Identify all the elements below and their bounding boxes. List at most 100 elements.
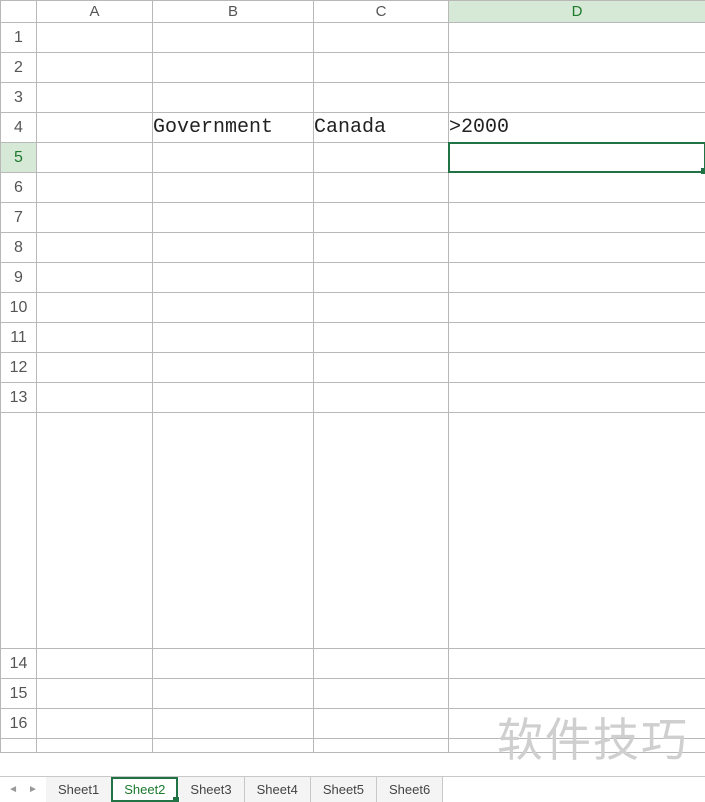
row-header-3[interactable]: 3 (1, 83, 37, 113)
cell-C14[interactable] (314, 649, 449, 679)
cell-A17[interactable] (37, 739, 153, 753)
cell-B14[interactable] (153, 649, 314, 679)
cell-C2[interactable] (314, 53, 449, 83)
sheet-tab-4[interactable]: Sheet4 (245, 777, 311, 802)
cell-C6[interactable] (314, 173, 449, 203)
row-header-7[interactable]: 7 (1, 203, 37, 233)
cell-C15[interactable] (314, 679, 449, 709)
cell-B16[interactable] (153, 709, 314, 739)
col-header-C[interactable]: C (314, 1, 449, 23)
cell-B15[interactable] (153, 679, 314, 709)
sheet-tab-3[interactable]: Sheet3 (178, 777, 244, 802)
col-header-B[interactable]: B (153, 1, 314, 23)
cell-C8[interactable] (314, 233, 449, 263)
cell-D12[interactable] (449, 353, 705, 383)
row-header-5[interactable]: 5 (1, 143, 37, 173)
cell-D7[interactable] (449, 203, 705, 233)
cell-C10[interactable] (314, 293, 449, 323)
row-header-17[interactable] (1, 739, 37, 753)
row-header-12[interactable]: 12 (1, 353, 37, 383)
sheet-tab-5[interactable]: Sheet5 (311, 777, 377, 802)
cell-D8[interactable] (449, 233, 705, 263)
cell-C3[interactable]: Country (314, 83, 449, 113)
cell-D1[interactable] (449, 23, 705, 53)
cell-A9[interactable] (37, 263, 153, 293)
cell-A11[interactable] (37, 323, 153, 353)
row-header-2[interactable]: 2 (1, 53, 37, 83)
cell-D11[interactable] (449, 323, 705, 353)
cell-D10[interactable] (449, 293, 705, 323)
cell-B5[interactable] (153, 143, 314, 173)
select-all-corner[interactable] (1, 1, 37, 23)
row-header-9[interactable]: 9 (1, 263, 37, 293)
cell-B7[interactable] (153, 203, 314, 233)
col-header-A[interactable]: A (37, 1, 153, 23)
cell-A8[interactable] (37, 233, 153, 263)
cell-A4[interactable] (37, 113, 153, 143)
cell-C5[interactable] (314, 143, 449, 173)
cell-B11[interactable] (153, 323, 314, 353)
cell-B6[interactable] (153, 173, 314, 203)
cell-A10[interactable] (37, 293, 153, 323)
row-header-8[interactable]: 8 (1, 233, 37, 263)
cell-gap-C[interactable] (314, 413, 449, 649)
tab-prev-icon[interactable]: ◄ (8, 784, 18, 795)
cell-B13[interactable] (153, 383, 314, 413)
cell-B17[interactable] (153, 739, 314, 753)
cell-D17[interactable] (449, 739, 705, 753)
cell-B1[interactable] (153, 23, 314, 53)
row-header-11[interactable]: 11 (1, 323, 37, 353)
cell-gap-B[interactable] (153, 413, 314, 649)
cell-B9[interactable] (153, 263, 314, 293)
cell-B2[interactable] (153, 53, 314, 83)
spreadsheet-grid[interactable]: A B C D 1 2 3 Segment Country Units Sold… (0, 0, 705, 753)
sheet-tab-6[interactable]: Sheet6 (377, 777, 443, 802)
cell-A14[interactable] (37, 649, 153, 679)
cell-D9[interactable] (449, 263, 705, 293)
row-header-14[interactable]: 14 (1, 649, 37, 679)
row-header-6[interactable]: 6 (1, 173, 37, 203)
cell-gap-A[interactable] (37, 413, 153, 649)
cell-B3[interactable]: Segment (153, 83, 314, 113)
cell-C16[interactable] (314, 709, 449, 739)
sheet-tab-2[interactable]: Sheet2 (112, 778, 178, 802)
cell-C4[interactable]: Canada (314, 113, 449, 143)
cell-D5-active[interactable] (449, 143, 705, 173)
cell-C1[interactable] (314, 23, 449, 53)
cell-A16[interactable] (37, 709, 153, 739)
cell-A13[interactable] (37, 383, 153, 413)
tab-nav-buttons[interactable]: ◄ ► (0, 777, 46, 802)
cell-A7[interactable] (37, 203, 153, 233)
cell-D14[interactable] (449, 649, 705, 679)
cell-gap-D[interactable] (449, 413, 705, 649)
row-header-15[interactable]: 15 (1, 679, 37, 709)
cell-D3[interactable]: Units Sold (449, 83, 705, 113)
cell-A5[interactable] (37, 143, 153, 173)
cell-A3[interactable] (37, 83, 153, 113)
row-header-1[interactable]: 1 (1, 23, 37, 53)
cell-D2[interactable] (449, 53, 705, 83)
cell-A1[interactable] (37, 23, 153, 53)
cell-D4[interactable]: >2000 (449, 113, 705, 143)
cell-C9[interactable] (314, 263, 449, 293)
row-header-16[interactable]: 16 (1, 709, 37, 739)
col-header-D[interactable]: D (449, 1, 705, 23)
cell-D15[interactable] (449, 679, 705, 709)
cell-B8[interactable] (153, 233, 314, 263)
cell-A15[interactable] (37, 679, 153, 709)
tab-next-icon[interactable]: ► (28, 784, 38, 795)
cell-B4[interactable]: Government (153, 113, 314, 143)
cell-C11[interactable] (314, 323, 449, 353)
cell-A6[interactable] (37, 173, 153, 203)
sheet-tab-1[interactable]: Sheet1 (46, 777, 112, 802)
cell-D13[interactable] (449, 383, 705, 413)
row-header-4[interactable]: 4 (1, 113, 37, 143)
row-header-13[interactable]: 13 (1, 383, 37, 413)
cell-A12[interactable] (37, 353, 153, 383)
cell-D16[interactable] (449, 709, 705, 739)
cell-C13[interactable] (314, 383, 449, 413)
cell-C12[interactable] (314, 353, 449, 383)
cell-B12[interactable] (153, 353, 314, 383)
cell-C7[interactable] (314, 203, 449, 233)
row-header-10[interactable]: 10 (1, 293, 37, 323)
